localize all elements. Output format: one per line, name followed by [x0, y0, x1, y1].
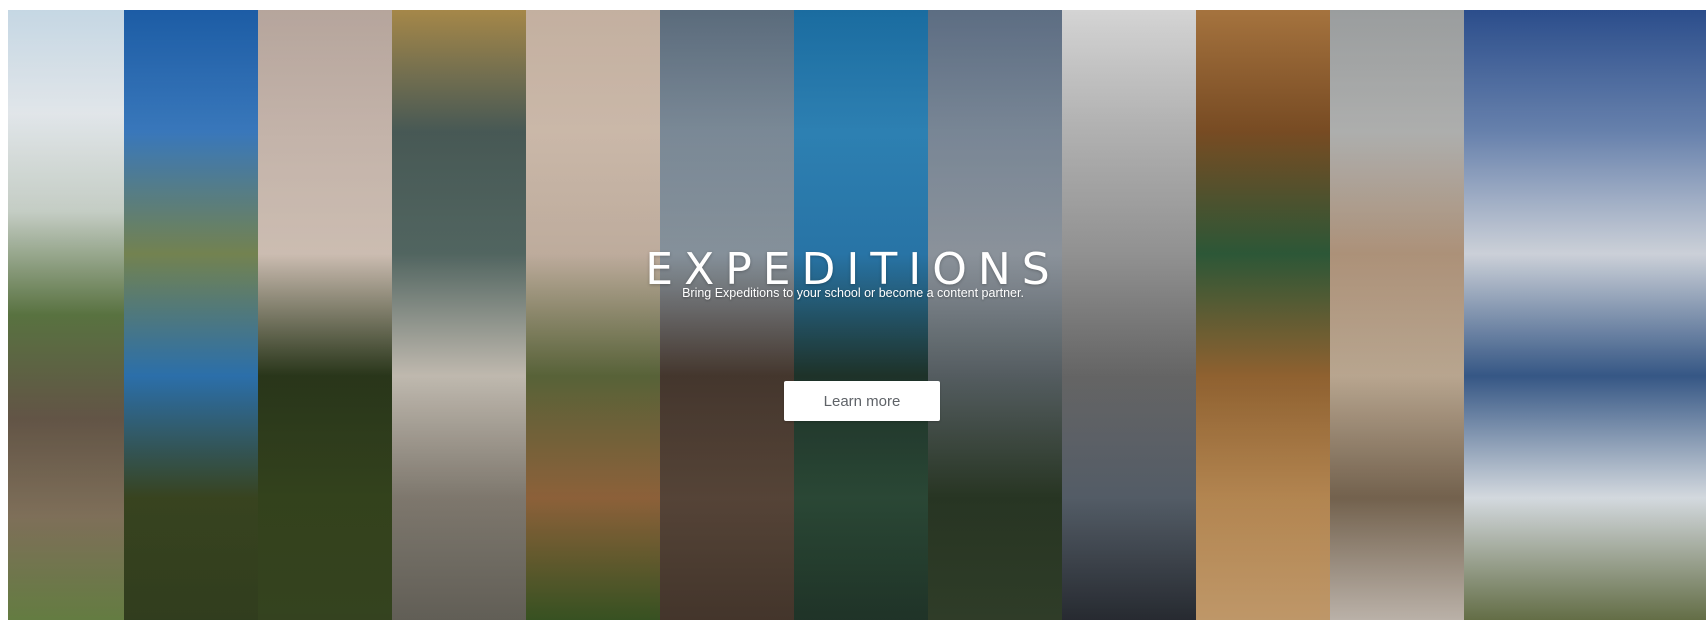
hero-banner — [8, 10, 1706, 620]
hero-tint — [8, 10, 1706, 620]
learn-more-button[interactable]: Learn more — [784, 381, 940, 421]
hero-subtitle: Bring Expeditions to your school or beco… — [682, 286, 1024, 300]
